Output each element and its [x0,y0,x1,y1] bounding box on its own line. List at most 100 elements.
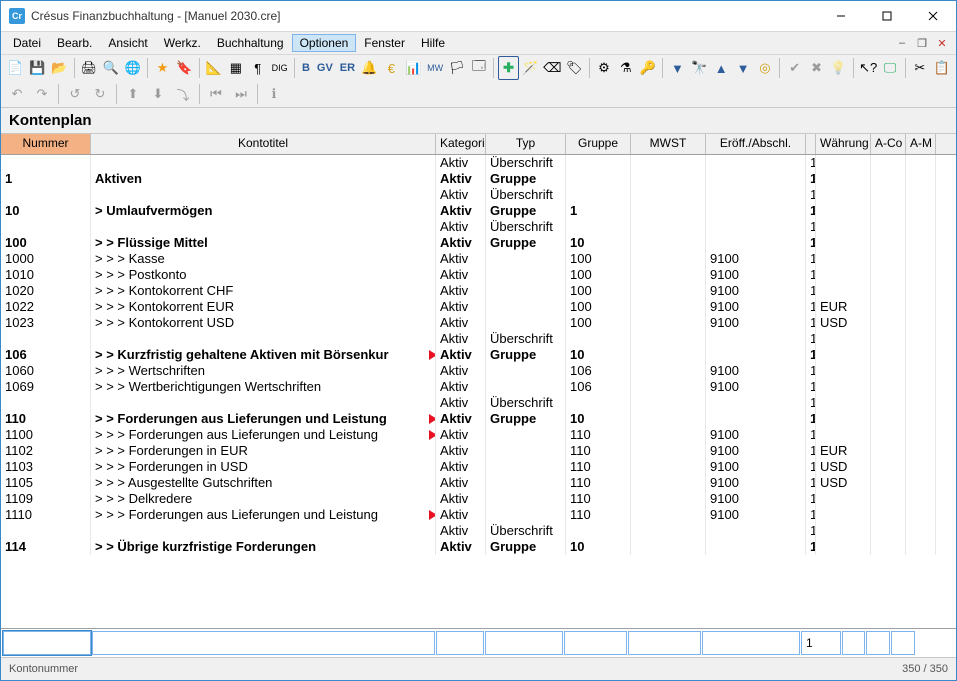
cut-icon[interactable]: ✂ [909,56,930,80]
columns-icon[interactable]: ▦ [225,56,246,80]
print-preview-icon[interactable]: 🔍 [100,56,121,80]
mdi-restore-icon[interactable]: ❐ [914,35,930,51]
input-kontotitel[interactable] [92,631,435,655]
mw-icon[interactable]: MW [425,56,446,80]
ruler-icon[interactable]: 📐 [204,56,225,80]
paragraph-icon[interactable]: ¶ [247,56,268,80]
funnel2-icon[interactable]: ⚗ [615,56,636,80]
col-wahr[interactable] [806,134,816,154]
input-mwst[interactable] [628,631,701,655]
nav-up-icon[interactable]: ▲ [711,56,732,80]
col-waehrung[interactable]: Währung [816,134,871,154]
table-row[interactable]: 1110> > > Forderungen aus Lieferungen un… [1,507,956,523]
euro-icon[interactable]: € [381,56,402,80]
maximize-button[interactable] [864,1,910,31]
table-row[interactable]: 106> > Kurzfristig gehaltene Aktiven mit… [1,347,956,363]
help-arrow-icon[interactable]: ↖? [858,56,879,80]
save-icon[interactable]: 💾 [27,56,48,80]
key-icon[interactable]: 🔑 [637,56,658,80]
er-button[interactable]: ER [337,62,358,74]
globe-icon[interactable]: 🌐 [122,56,143,80]
stamp-icon[interactable]: 🏷 [564,56,585,80]
table-row[interactable]: 1020> > > Kontokorrent CHFAktiv10091001 [1,283,956,299]
col-typ[interactable]: Typ [486,134,566,154]
open-icon[interactable]: 📂 [49,56,70,80]
table-row[interactable]: 114> > Übrige kurzfristige ForderungenAk… [1,539,956,555]
menu-optionen[interactable]: Optionen [292,34,357,52]
table-row[interactable]: 1AktivenAktivGruppe1 [1,171,956,187]
target-icon[interactable]: ◎ [755,56,776,80]
input-typ[interactable] [485,631,563,655]
table-row[interactable]: 1022> > > Kontokorrent EURAktiv10091001E… [1,299,956,315]
grid-body[interactable]: AktivÜberschrift11AktivenAktivGruppe1Akt… [1,155,956,628]
table-row[interactable]: AktivÜberschrift1 [1,331,956,347]
table-row[interactable]: 1000> > > KasseAktiv10091001 [1,251,956,267]
bold-button[interactable]: B [299,62,313,74]
eraser-icon[interactable]: ⌫ [542,56,563,80]
screen-icon[interactable]: 🖵 [880,56,901,80]
col-mwst[interactable]: MWST [631,134,706,154]
menu-buchhaltung[interactable]: Buchhaltung [209,34,292,52]
mdi-close-icon[interactable]: ✕ [934,35,950,51]
input-gruppe[interactable] [564,631,627,655]
menu-ansicht[interactable]: Ansicht [100,34,155,52]
col-kategorie[interactable]: Kategorie [436,134,486,154]
col-kontotitel[interactable]: Kontotitel [91,134,436,154]
table-row[interactable]: 1010> > > PostkontoAktiv10091001 [1,267,956,283]
gv-button[interactable]: GV [314,62,336,74]
col-amo[interactable]: A-M [906,134,936,154]
copy-icon[interactable]: 📋 [931,56,952,80]
table-row[interactable]: 1109> > > DelkredereAktiv11091001 [1,491,956,507]
new-file-icon[interactable]: 📄 [5,56,26,80]
menu-hilfe[interactable]: Hilfe [413,34,453,52]
table-row[interactable]: 100> > Flüssige MittelAktivGruppe101 [1,235,956,251]
table-row[interactable]: AktivÜberschrift1 [1,523,956,539]
col-nummer[interactable]: Nummer [1,134,91,154]
bell-icon[interactable]: 🔔 [359,56,380,80]
digits-icon[interactable]: DIG [269,56,290,80]
input-nummer[interactable] [3,631,91,655]
table-row[interactable]: 110> > Forderungen aus Lieferungen und L… [1,411,956,427]
table-row[interactable]: 1060> > > WertschriftenAktiv10691001 [1,363,956,379]
col-aco[interactable]: A-Co [871,134,906,154]
input-eroeff[interactable] [702,631,800,655]
flag-icon[interactable]: 🏳 [447,56,468,80]
window-icon[interactable]: 🗔 [468,56,489,80]
close-button[interactable] [910,1,956,31]
table-row[interactable]: AktivÜberschrift1 [1,395,956,411]
table-row[interactable]: 1105> > > Ausgestellte GutschriftenAktiv… [1,475,956,491]
star-icon[interactable]: ★ [152,56,173,80]
table-row[interactable]: 1100> > > Forderungen aus Lieferungen un… [1,427,956,443]
table-row[interactable]: AktivÜberschrift1 [1,155,956,171]
table-row[interactable]: 1103> > > Forderungen in USDAktiv1109100… [1,459,956,475]
table-row[interactable]: 1069> > > Wertberichtigungen Wertschrift… [1,379,956,395]
table-row[interactable]: 1023> > > Kontokorrent USDAktiv10091001U… [1,315,956,331]
table-row[interactable]: AktivÜberschrift1 [1,187,956,203]
binoculars-icon[interactable]: 🔭 [689,56,710,80]
col-eroeff[interactable]: Eröff./Abschl. [706,134,806,154]
table-row[interactable]: AktivÜberschrift1 [1,219,956,235]
print-icon[interactable]: 🖨 [78,56,99,80]
table-row[interactable]: 1102> > > Forderungen in EURAktiv1109100… [1,443,956,459]
minimize-button[interactable] [818,1,864,31]
gear-icon[interactable]: ⚙ [594,56,615,80]
col-gruppe[interactable]: Gruppe [566,134,631,154]
menu-bearb[interactable]: Bearb. [49,34,100,52]
nav-down-icon[interactable]: ▼ [733,56,754,80]
table-row[interactable]: 10> UmlaufvermögenAktivGruppe11 [1,203,956,219]
plus-icon[interactable]: ✚ [498,56,519,80]
input-kategorie[interactable] [436,631,484,655]
filter-icon[interactable]: ▼ [667,56,688,80]
mdi-minimize-icon[interactable]: – [894,35,910,51]
input-waehrung[interactable] [842,631,865,655]
input-amo[interactable] [891,631,915,655]
bookmark-icon[interactable]: 🔖 [174,56,195,80]
menu-werkz[interactable]: Werkz. [156,34,209,52]
cell [906,427,936,443]
wand-icon[interactable]: 🪄 [520,56,541,80]
menu-fenster[interactable]: Fenster [356,34,413,52]
menu-datei[interactable]: Datei [5,34,49,52]
input-aco[interactable] [866,631,890,655]
chart-icon[interactable]: 📊 [403,56,424,80]
input-wahr[interactable] [801,631,841,655]
